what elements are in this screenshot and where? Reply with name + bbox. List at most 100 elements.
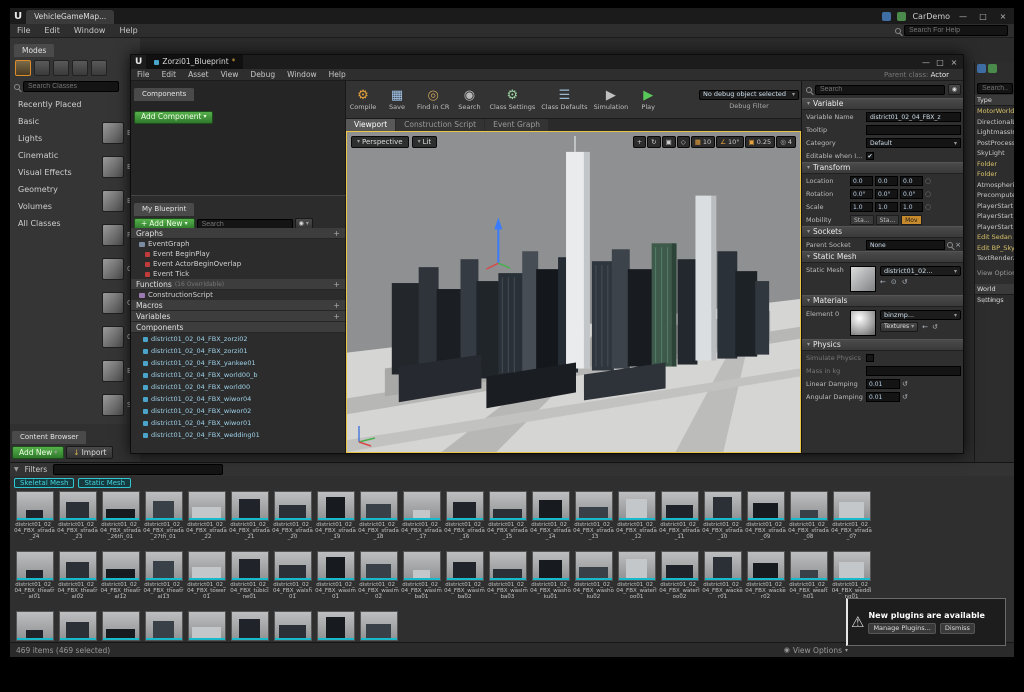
toolbar-button[interactable]: ◎ Find in CR — [417, 88, 449, 111]
asset-item[interactable]: district01_02_04_FBX_world00 — [186, 611, 227, 643]
asset-item[interactable]: district01_02_04_FBX_strada_22 — [186, 491, 227, 543]
outliner-row[interactable]: DirectionalLight — [975, 117, 1014, 128]
mobility-movable-button[interactable]: Mov — [901, 215, 921, 225]
menu-item[interactable]: Help — [112, 26, 144, 35]
asset-item[interactable]: district01_02_04_FBX_wiwor04 — [143, 611, 184, 643]
transform-row-label[interactable]: Scale — [806, 203, 848, 211]
asset-item[interactable]: district01_02_04_FBX_wasim01 — [315, 551, 356, 603]
variable-name-field[interactable]: district01_02_04_FBX_z — [866, 112, 961, 122]
asset-item[interactable]: district01_02_04_FBX_strada_09 — [745, 491, 786, 543]
z-value-field[interactable]: 0.0 — [900, 176, 923, 186]
import-button[interactable]: ↓ Import — [66, 446, 113, 459]
asset-item[interactable]: district01_02_04_FBX_strada_15 — [487, 491, 528, 543]
asset-item[interactable]: district01_02_04_FBX_strada_10 — [702, 491, 743, 543]
asset-item[interactable]: district01_02_04_FBX_wiwor02 — [57, 611, 98, 643]
variables-section-header[interactable]: Variables + — [131, 311, 345, 322]
lock-icon[interactable]: ○ — [925, 177, 931, 185]
event-node-row[interactable]: Event ActorBeginOverlap — [131, 259, 345, 269]
linear-damping-field[interactable]: 0.01 — [866, 379, 900, 389]
asset-item[interactable]: district01_02_04_FBX_strada_23 — [57, 491, 98, 543]
details-search-input[interactable] — [815, 85, 945, 95]
component-row[interactable]: district01_02_04_FBX_world00_b — [131, 369, 345, 381]
outliner-row[interactable]: TextRenderActor — [975, 253, 1014, 264]
asset-item[interactable]: district01_02_04_FBX_strada_13 — [573, 491, 614, 543]
content-browser-tab[interactable]: Content Browser — [12, 431, 86, 444]
asset-item[interactable]: district01_02_04_FBX_theatral12 — [100, 551, 141, 603]
asset-item[interactable]: district01_02_04_FBX_tubicine01 — [229, 551, 270, 603]
blueprint-titlebar[interactable]: U Zorzi01_Blueprint * — □ × — [131, 55, 963, 69]
asset-item[interactable]: district01_02_04_FBX_wasim02 — [358, 551, 399, 603]
search-classes-input[interactable] — [23, 81, 119, 92]
outliner-view-options[interactable]: View Options — [975, 268, 1014, 279]
asset-item[interactable]: district01_02_04_FBX_strada_19 — [315, 491, 356, 543]
asset-item[interactable]: district01_02_04_FBX_tower01 — [186, 551, 227, 603]
x-value-field[interactable]: 0.0° — [850, 189, 873, 199]
outliner-row[interactable]: AtmosphericFog — [975, 180, 1014, 191]
menu-item[interactable]: Debug — [244, 70, 281, 79]
transform-section-header[interactable]: ▾Transform — [802, 162, 964, 174]
outliner-row[interactable]: Folder — [975, 159, 1014, 170]
simulate-physics-checkbox[interactable] — [866, 354, 874, 362]
tab-viewport[interactable]: Viewport — [346, 119, 395, 131]
parent-class-value[interactable]: Actor — [931, 71, 949, 79]
add-component-button[interactable]: Add Component ▾ — [134, 111, 213, 124]
y-value-field[interactable]: 1.0 — [875, 202, 898, 212]
outliner-row[interactable]: MotorWorld — [975, 106, 1014, 117]
mobility-stationary-button[interactable]: Sta... — [876, 215, 900, 225]
asset-item[interactable]: district01_02_04_FBX_wasimba02 — [444, 551, 485, 603]
add-function-icon[interactable]: + — [333, 280, 340, 289]
outliner-row[interactable]: LightmassImportanceVolume — [975, 127, 1014, 138]
minimize-button[interactable]: — — [956, 12, 970, 21]
components-section-header[interactable]: Components — [131, 322, 345, 333]
toolbar-button[interactable]: ◉ Search — [455, 88, 483, 111]
component-row[interactable]: district01_02_04_FBX_world00 — [131, 381, 345, 393]
asset-item[interactable]: district01_02_04_FBX_wiwor03 — [100, 611, 141, 643]
landscape-mode-icon[interactable] — [53, 60, 69, 76]
asset-item[interactable]: district01_02_04_FBX_strada_24 — [14, 491, 55, 543]
asset-item[interactable]: district01_02_04_FBX_washoku01 — [530, 551, 571, 603]
asset-item[interactable]: district01_02_04_FBX_theatral02 — [57, 551, 98, 603]
help-search-input[interactable] — [904, 25, 1008, 36]
y-value-field[interactable]: 0.0 — [875, 176, 898, 186]
add-graph-icon[interactable]: + — [333, 229, 340, 238]
asset-item[interactable]: district01_02_04_FBX_world00_b — [229, 611, 270, 643]
asset-search-input[interactable] — [53, 464, 223, 475]
asset-item[interactable]: district01_02_04_FBX_yankee01 — [272, 611, 313, 643]
outliner-row[interactable]: Edit BP_Sky... — [975, 243, 1014, 254]
parent-socket-field[interactable]: None — [866, 240, 945, 250]
sockets-section-header[interactable]: ▾Sockets — [802, 226, 964, 238]
asset-item[interactable]: district01_02_04_FBX_zorzi01 — [315, 611, 356, 643]
construction-script-row[interactable]: ConstructionScript — [131, 290, 345, 300]
toolbar-button[interactable]: ▶ Play — [634, 88, 662, 111]
static-mesh-thumbnail[interactable] — [850, 266, 876, 292]
filters-label[interactable]: Filters — [25, 465, 47, 474]
menu-item[interactable]: View — [215, 70, 245, 79]
level-tab[interactable]: VehicleGameMap... — [26, 10, 114, 24]
textures-dropdown[interactable]: Textures▾ — [880, 322, 918, 332]
asset-item[interactable]: district01_02_04_FBX_wealth01 — [788, 551, 829, 603]
modes-panel-tab[interactable]: Modes — [14, 44, 54, 57]
material-thumbnail[interactable] — [850, 310, 876, 336]
event-node-row[interactable]: Event Tick — [131, 269, 345, 279]
outliner-row[interactable]: PlayerStart — [975, 222, 1014, 233]
z-value-field[interactable]: 1.0 — [900, 202, 923, 212]
asset-item[interactable]: district01_02_04_FBX_walsh01 — [272, 551, 313, 603]
asset-item[interactable]: district01_02_04_FBX_waterloo02 — [659, 551, 700, 603]
asset-item[interactable]: district01_02_04_FBX_wacker02 — [745, 551, 786, 603]
transform-row-label[interactable]: Rotation — [806, 190, 848, 198]
outliner-toolbar-icon[interactable] — [977, 64, 986, 73]
outliner-toolbar-icon[interactable] — [988, 64, 997, 73]
dismiss-button[interactable]: Dismiss — [940, 623, 975, 634]
reset-icon[interactable]: ↺ — [902, 393, 908, 401]
toolbar-button[interactable]: ☰ Class Defaults — [541, 88, 587, 111]
rotation-snap-control[interactable]: ∠10° — [716, 136, 743, 148]
details-filter-icon[interactable]: ◉ — [948, 84, 961, 95]
asset-item[interactable]: district01_02_04_FBX_wiwor01 — [14, 611, 55, 643]
toolbar-button[interactable]: ▦ Save — [383, 88, 411, 111]
asset-item[interactable]: district01_02_04_FBX_wedding01 — [831, 551, 872, 603]
my-blueprint-tab[interactable]: My Blueprint — [134, 203, 194, 216]
filter-chip[interactable]: Static Mesh — [78, 478, 131, 488]
x-value-field[interactable]: 1.0 — [850, 202, 873, 212]
static-mesh-dropdown[interactable]: district01_02...▾ — [880, 266, 961, 276]
toolbar-button[interactable]: ⚙ Compile — [349, 88, 377, 111]
